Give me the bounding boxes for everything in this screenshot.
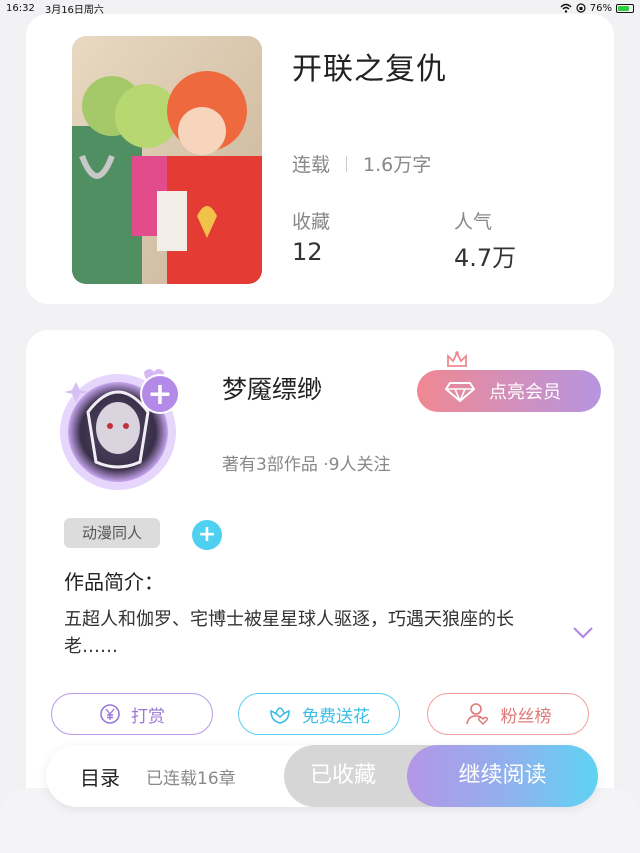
reward-button[interactable]: 打赏	[51, 693, 213, 735]
send-flower-label: 免费送花	[302, 706, 370, 727]
orientation-lock-icon	[576, 3, 586, 13]
favorites-label: 收藏	[292, 211, 331, 233]
yen-coin-icon	[100, 704, 120, 724]
reward-label: 打赏	[131, 706, 165, 727]
favorites-value: 12	[292, 238, 323, 266]
vip-button-label: 点亮会员	[489, 382, 561, 403]
toc-button[interactable]: 目录	[80, 762, 120, 791]
author-stats: 著有3部作品 ·9人关注	[222, 455, 391, 475]
battery-icon	[616, 3, 634, 13]
avatar[interactable]	[56, 352, 184, 494]
chevron-down-icon[interactable]	[572, 626, 594, 640]
send-flower-button[interactable]: 免费送花	[238, 693, 400, 735]
flower-icon	[270, 707, 290, 724]
fans-ranking-button[interactable]: 粉丝榜	[427, 693, 589, 735]
wifi-icon	[560, 3, 572, 13]
book-word-count: 1.6万字	[363, 154, 432, 176]
status-time: 16:32	[6, 2, 35, 14]
battery-percent: 76%	[589, 2, 612, 14]
intro-title: 作品简介：	[64, 570, 164, 594]
book-cover[interactable]	[72, 36, 262, 284]
popularity-value: 4.7万	[454, 244, 517, 272]
crown-icon	[447, 350, 467, 367]
book-status: 连载	[292, 154, 331, 176]
add-tag-button[interactable]: +	[192, 520, 222, 550]
meta-divider	[346, 155, 348, 172]
book-meta: 连载 1.6万字	[292, 150, 431, 177]
category-tag[interactable]: 动漫同人	[64, 518, 160, 548]
vip-button[interactable]: 点亮会员	[417, 370, 601, 412]
book-title: 开联之复仇	[292, 52, 447, 87]
diamond-icon	[445, 382, 475, 402]
popularity-label: 人气	[454, 211, 493, 233]
bottom-bar: 目录 已连载16章 已收藏 继续阅读	[46, 745, 598, 807]
status-right: 76%	[560, 3, 634, 14]
author-name: 梦魇缥缈	[222, 375, 323, 404]
follow-author-button[interactable]: +	[140, 374, 180, 414]
intro-text: 五超人和伽罗、宅博士被星星球人驱逐，巧遇天狼座的长老……	[64, 609, 514, 657]
user-heart-icon	[465, 703, 488, 725]
chapter-count: 已连载16章	[146, 769, 236, 789]
book-info-card: 开联之复仇 连载 1.6万字 收藏 12 人气 4.7万	[26, 14, 614, 304]
fans-ranking-label: 粉丝榜	[500, 706, 552, 727]
continue-reading-button[interactable]: 继续阅读	[407, 745, 598, 807]
